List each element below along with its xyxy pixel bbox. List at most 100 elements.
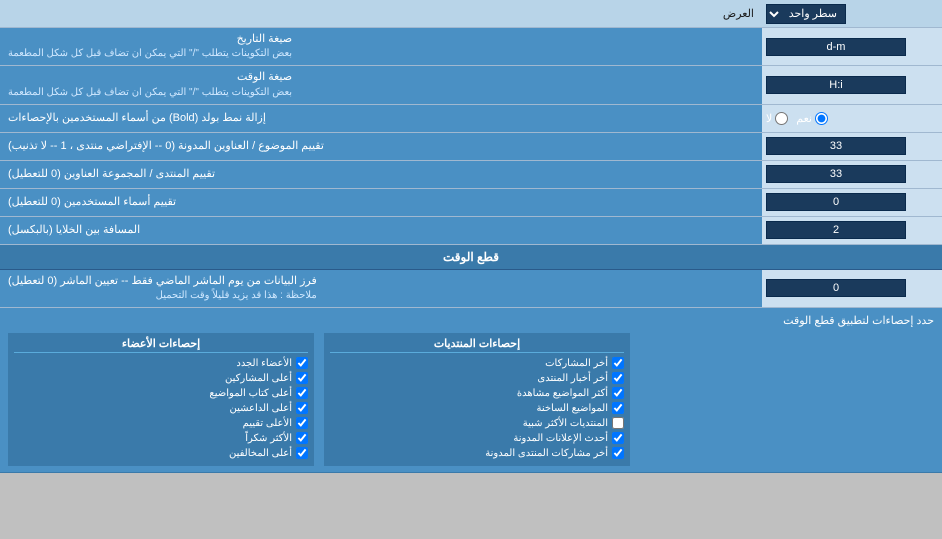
display-select[interactable]: سطر واحدسطرينثلاثة أسطر bbox=[766, 4, 846, 24]
stats-col-members: إحصاءات الأعضاء الأعضاء الجدد أعلى المشا… bbox=[8, 333, 314, 466]
stats-post-item-2: أكثر المواضيع مشاهدة bbox=[330, 387, 624, 399]
topic-sort-label-text: تقييم الموضوع / العناوين المدونة (0 -- ا… bbox=[8, 139, 324, 154]
stats-col-posts: إحصاءات المنتديات أخر المشاركات أخر أخبا… bbox=[324, 333, 630, 466]
bold-radio-no[interactable] bbox=[775, 112, 788, 125]
bold-radio-group: نعم لا bbox=[766, 112, 828, 125]
stats-post-check-3[interactable] bbox=[612, 402, 624, 414]
bold-remove-input-area: نعم لا bbox=[762, 105, 942, 132]
stats-post-label-0: أخر المشاركات bbox=[545, 358, 608, 369]
stats-mem-item-4: الأعلى تقييم bbox=[14, 417, 308, 429]
distance-input[interactable] bbox=[766, 221, 906, 239]
distance-label-text: المسافة بين الخلايا (بالبكسل) bbox=[8, 223, 140, 238]
stats-mem-check-0[interactable] bbox=[296, 357, 308, 369]
stats-mem-item-0: الأعضاء الجدد bbox=[14, 357, 308, 369]
usernames-sort-label: تقييم أسماء المستخدمين (0 للتعطيل) bbox=[0, 189, 762, 216]
stats-post-label-6: أخر مشاركات المنتدى المدونة bbox=[485, 448, 608, 459]
time-format-input-area bbox=[762, 66, 942, 103]
stats-mem-label-1: أعلى المشاركين bbox=[225, 373, 292, 384]
distance-label: المسافة بين الخلايا (بالبكسل) bbox=[0, 217, 762, 244]
bold-remove-label: إزالة نمط بولد (Bold) من أسماء المستخدمي… bbox=[0, 105, 762, 132]
time-format-sublabel: بعض التكوينات يتطلب "/" التي يمكن ان تضا… bbox=[8, 86, 292, 100]
stats-mem-label-5: الأكثر شكراً bbox=[245, 433, 292, 444]
bold-radio-yes[interactable] bbox=[815, 112, 828, 125]
stats-section-title: حدد إحصاءات لتطبيق قطع الوقت bbox=[8, 314, 934, 327]
stats-mem-check-4[interactable] bbox=[296, 417, 308, 429]
date-format-input-area bbox=[762, 28, 942, 65]
stats-mem-check-3[interactable] bbox=[296, 402, 308, 414]
stats-post-item-6: أخر مشاركات المنتدى المدونة bbox=[330, 447, 624, 459]
stats-post-item-3: المواضيع الساخنة bbox=[330, 402, 624, 414]
bold-radio-yes-label[interactable]: نعم bbox=[796, 112, 828, 125]
stats-post-check-1[interactable] bbox=[612, 372, 624, 384]
forum-sort-label-text: تقييم المنتدى / المجموعة العناوين (0 للت… bbox=[8, 167, 215, 182]
forum-sort-row: تقييم المنتدى / المجموعة العناوين (0 للت… bbox=[0, 161, 942, 189]
usernames-sort-row: تقييم أسماء المستخدمين (0 للتعطيل) bbox=[0, 189, 942, 217]
date-format-label-text: صيغة التاريخ bbox=[237, 33, 292, 45]
stats-post-check-6[interactable] bbox=[612, 447, 624, 459]
stats-post-label-2: أكثر المواضيع مشاهدة bbox=[517, 388, 608, 399]
stats-mem-label-4: الأعلى تقييم bbox=[243, 418, 292, 429]
cutoff-section-divider: قطع الوقت bbox=[0, 245, 942, 270]
time-format-label: صيغة الوقت بعض التكوينات يتطلب "/" التي … bbox=[0, 66, 762, 103]
cutoff-days-input[interactable] bbox=[766, 279, 906, 297]
header-input-area: سطر واحدسطرينثلاثة أسطر bbox=[762, 2, 942, 26]
stats-mem-label-3: أعلى الداعشين bbox=[229, 403, 292, 414]
bold-remove-row: نعم لا إزالة نمط بولد (Bold) من أسماء ال… bbox=[0, 105, 942, 133]
date-format-input[interactable] bbox=[766, 38, 906, 56]
stats-mem-check-1[interactable] bbox=[296, 372, 308, 384]
usernames-sort-input-area bbox=[762, 189, 942, 216]
cutoff-days-label: فرز البيانات من يوم الماشر الماضي فقط --… bbox=[0, 270, 762, 307]
stats-post-label-4: المنتديات الأكثر شبية bbox=[523, 418, 608, 429]
stats-col-members-title: إحصاءات الأعضاء bbox=[14, 337, 308, 353]
stats-section: حدد إحصاءات لتطبيق قطع الوقت إحصاءات الم… bbox=[0, 308, 942, 473]
stats-post-check-0[interactable] bbox=[612, 357, 624, 369]
stats-post-check-5[interactable] bbox=[612, 432, 624, 444]
stats-mem-check-6[interactable] bbox=[296, 447, 308, 459]
topic-sort-input-area bbox=[762, 133, 942, 160]
cutoff-days-input-area bbox=[762, 270, 942, 307]
stats-mem-label-2: أعلى كتاب المواضيع bbox=[209, 388, 292, 399]
topic-sort-label: تقييم الموضوع / العناوين المدونة (0 -- ا… bbox=[0, 133, 762, 160]
header-label-text: العرض bbox=[723, 8, 754, 20]
stats-empty-col bbox=[640, 333, 934, 466]
stats-post-item-5: أحدث الإعلانات المدونة bbox=[330, 432, 624, 444]
bold-radio-no-label[interactable]: لا bbox=[766, 112, 788, 125]
forum-sort-input-area bbox=[762, 161, 942, 188]
bold-remove-label-text: إزالة نمط بولد (Bold) من أسماء المستخدمي… bbox=[8, 111, 266, 126]
distance-row: المسافة بين الخلايا (بالبكسل) bbox=[0, 217, 942, 245]
stats-mem-label-0: الأعضاء الجدد bbox=[236, 358, 292, 369]
topic-sort-input[interactable] bbox=[766, 137, 906, 155]
stats-post-label-5: أحدث الإعلانات المدونة bbox=[513, 433, 608, 444]
stats-mem-check-2[interactable] bbox=[296, 387, 308, 399]
stats-mem-item-6: أعلى المخالفين bbox=[14, 447, 308, 459]
stats-post-item-0: أخر المشاركات bbox=[330, 357, 624, 369]
header-row: سطر واحدسطرينثلاثة أسطر العرض bbox=[0, 0, 942, 28]
cutoff-days-label-text: فرز البيانات من يوم الماشر الماضي فقط --… bbox=[8, 275, 317, 287]
forum-sort-input[interactable] bbox=[766, 165, 906, 183]
stats-mem-item-3: أعلى الداعشين bbox=[14, 402, 308, 414]
stats-post-item-1: أخر أخبار المنتدى bbox=[330, 372, 624, 384]
stats-mem-check-5[interactable] bbox=[296, 432, 308, 444]
stats-post-check-4[interactable] bbox=[612, 417, 624, 429]
main-container: سطر واحدسطرينثلاثة أسطر العرض صيغة التار… bbox=[0, 0, 942, 473]
cutoff-days-sublabel: ملاحظة : هذا قد يزيد قليلاً وقت التحميل bbox=[8, 289, 317, 303]
stats-mem-item-1: أعلى المشاركين bbox=[14, 372, 308, 384]
time-format-input[interactable] bbox=[766, 76, 906, 94]
usernames-sort-input[interactable] bbox=[766, 193, 906, 211]
stats-post-label-1: أخر أخبار المنتدى bbox=[537, 373, 608, 384]
cutoff-section-title: قطع الوقت bbox=[443, 250, 499, 264]
stats-post-item-4: المنتديات الأكثر شبية bbox=[330, 417, 624, 429]
stats-mem-label-6: أعلى المخالفين bbox=[229, 448, 292, 459]
stats-post-label-3: المواضيع الساخنة bbox=[536, 403, 608, 414]
stats-grid: إحصاءات المنتديات أخر المشاركات أخر أخبا… bbox=[8, 333, 934, 466]
date-format-row: صيغة التاريخ بعض التكوينات يتطلب "/" الت… bbox=[0, 28, 942, 66]
topic-sort-row: تقييم الموضوع / العناوين المدونة (0 -- ا… bbox=[0, 133, 942, 161]
time-format-label-text: صيغة الوقت bbox=[237, 71, 292, 83]
distance-input-area bbox=[762, 217, 942, 244]
stats-post-check-2[interactable] bbox=[612, 387, 624, 399]
cutoff-days-row: فرز البيانات من يوم الماشر الماضي فقط --… bbox=[0, 270, 942, 308]
time-format-row: صيغة الوقت بعض التكوينات يتطلب "/" التي … bbox=[0, 66, 942, 104]
date-format-label: صيغة التاريخ بعض التكوينات يتطلب "/" الت… bbox=[0, 28, 762, 65]
stats-mem-item-5: الأكثر شكراً bbox=[14, 432, 308, 444]
usernames-sort-label-text: تقييم أسماء المستخدمين (0 للتعطيل) bbox=[8, 195, 176, 210]
